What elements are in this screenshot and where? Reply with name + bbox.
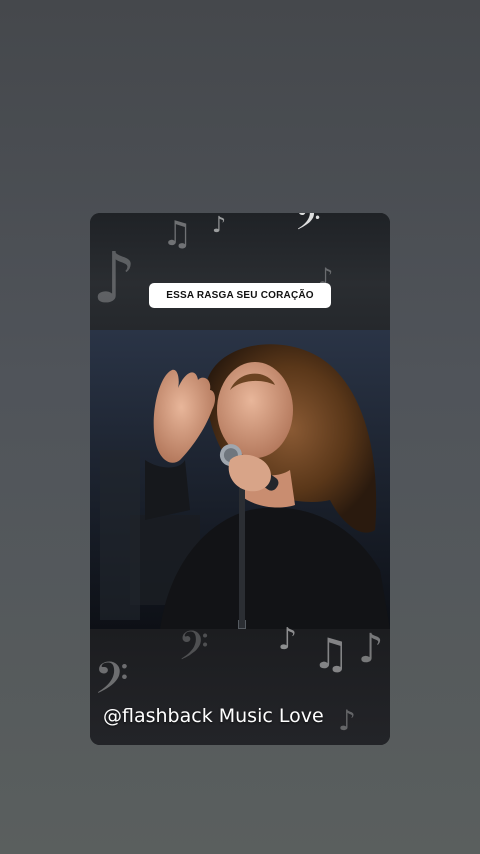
bass-clef-icon: 𝄢 [295,213,321,246]
card-top-banner: ♫ ♪ 𝄢 ♪ ♪ ESSA RASGA SEU CORAÇÃO [90,213,390,330]
video-card[interactable]: ♫ ♪ 𝄢 ♪ ♪ ESSA RASGA SEU CORAÇÃO ♪ ♫ ♪ 𝄢… [90,213,390,745]
music-note-icon: ♪ [212,213,227,238]
music-note-icon: ♪ [92,237,137,319]
music-note-icon: ♫ [162,214,193,254]
performer-image [90,330,390,629]
bass-clef-icon: 𝄢 [178,623,209,679]
music-note-icon: ♪ [358,626,384,672]
card-bottom-banner: ♪ ♫ ♪ 𝄢 𝄢 ♪ [90,623,390,745]
channel-watermark: @flashback Music Love [103,705,324,727]
caption-text: ESSA RASGA SEU CORAÇÃO [166,290,314,301]
bass-clef-icon: 𝄢 [94,652,129,715]
video-frame[interactable] [90,330,390,629]
caption-banner: ESSA RASGA SEU CORAÇÃO [149,283,331,308]
music-note-icon: ♪ [278,622,298,657]
music-note-icon: ♪ [338,704,356,737]
music-note-icon: ♫ [312,629,350,678]
